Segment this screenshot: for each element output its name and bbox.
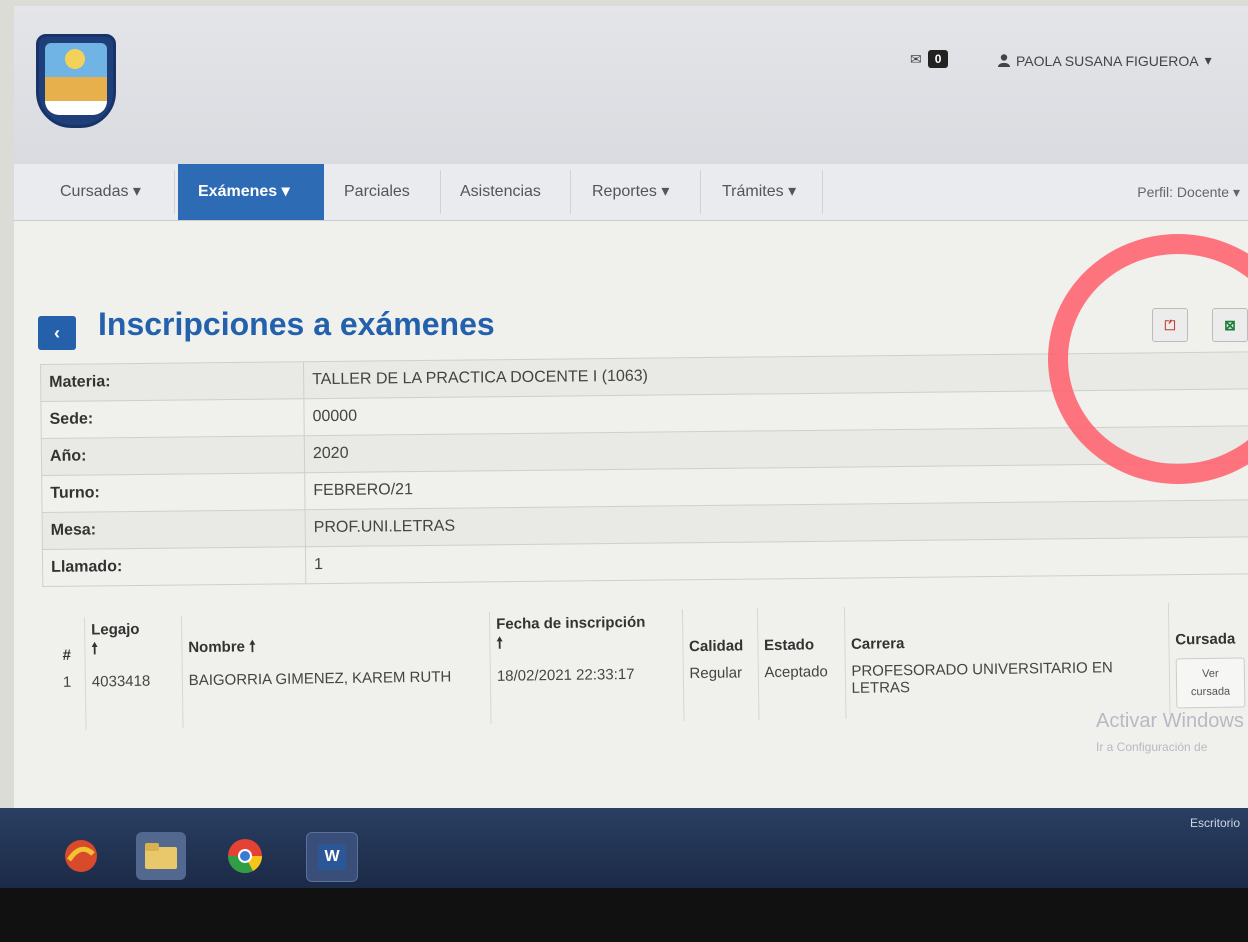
col-legajo-header[interactable]: Legajo 🠕: [84, 616, 183, 668]
mail-count-badge: 0: [927, 50, 949, 68]
col-nombre-header[interactable]: Nombre 🠕: [181, 611, 491, 667]
nav-divider: [570, 170, 571, 214]
sort-arrow-icon: 🠕: [91, 640, 98, 658]
col-num-header: #: [56, 618, 85, 668]
word-letter: W: [318, 844, 346, 870]
desktop-toolbar-label[interactable]: Escritorio: [1190, 816, 1240, 830]
folder-icon: [145, 843, 177, 869]
col-legajo-label: Legajo: [91, 620, 140, 639]
main-navbar: Cursadas ▾ Exámenes ▾ Parciales Asistenc…: [14, 164, 1248, 221]
col-carrera-label: Carrera: [850, 635, 905, 653]
user-icon: [998, 54, 1010, 67]
envelope-icon: ✉: [910, 50, 922, 67]
cell-cursada: Ver cursada: [1168, 651, 1248, 715]
inscriptions-table: # Legajo 🠕 Nombre 🠕 Fecha de inscripción…: [56, 601, 1248, 730]
app-logo-icon: [65, 840, 97, 872]
nav-divider: [700, 170, 701, 214]
logo-land: [45, 77, 107, 101]
windows-taskbar: Escritorio W: [0, 808, 1248, 888]
info-label: Turno:: [41, 472, 306, 513]
info-label: Año:: [41, 435, 305, 476]
nav-divider: [174, 170, 175, 214]
cell-num: 1: [62, 673, 72, 691]
desk-area: [0, 888, 1248, 942]
col-cursada-header: Cursada: [1168, 601, 1248, 653]
nav-parciales[interactable]: Parciales: [324, 164, 430, 220]
cell-estado: Aceptado: [757, 656, 846, 721]
user-menu[interactable]: PAOLA SUSANA FIGUEROA ▾: [998, 52, 1212, 69]
windows-activation-subtext: Ir a Configuración de: [1096, 740, 1208, 754]
col-fecha-header[interactable]: Fecha de inscripción 🠕: [489, 609, 683, 662]
windows-activation-watermark: Activar Windows: [1096, 710, 1244, 732]
cell-fecha: 18/02/2021 22:33:17: [490, 659, 684, 724]
nav-divider: [822, 170, 823, 214]
back-button[interactable]: ‹: [38, 316, 76, 350]
col-nombre-label: Nombre: [188, 638, 246, 657]
app-icon[interactable]: [56, 832, 106, 880]
chrome-logo-icon: [228, 839, 262, 873]
col-fecha-label: Fecha de inscripción: [496, 613, 646, 633]
profile-selector[interactable]: Perfil: Docente ▾: [1137, 164, 1240, 220]
file-explorer-icon[interactable]: [136, 832, 186, 880]
word-icon[interactable]: W: [306, 832, 358, 882]
cell-carrera: PROFESORADO UNIVERSITARIO EN LETRAS: [844, 652, 1170, 719]
col-estado-header: Estado: [757, 606, 845, 659]
nav-cursadas[interactable]: Cursadas ▾: [40, 164, 161, 220]
logo-base: [45, 101, 107, 115]
cell-calidad: Regular: [682, 658, 759, 722]
col-cursada-label: Cursada: [1175, 630, 1236, 649]
sort-arrow-icon: 🠕: [496, 634, 503, 652]
nav-tramites[interactable]: Trámites ▾: [702, 164, 816, 220]
info-label: Mesa:: [42, 509, 306, 550]
nav-examenes[interactable]: Exámenes ▾: [178, 164, 324, 220]
page-title: Inscripciones a exámenes: [98, 306, 495, 342]
top-header: ✉ 0 PAOLA SUSANA FIGUEROA ▾: [14, 6, 1248, 164]
screen: ✉ 0 PAOLA SUSANA FIGUEROA ▾ Cursadas ▾ E…: [14, 6, 1248, 844]
info-label: Sede:: [40, 398, 305, 439]
cell-nombre: BAIGORRIA GIMENEZ, KAREM RUTH: [182, 661, 492, 729]
nav-asistencias[interactable]: Asistencias: [440, 164, 561, 220]
user-name: PAOLA SUSANA FIGUEROA: [1016, 52, 1199, 69]
cell-legajo: 4033418: [85, 666, 183, 730]
mail-indicator[interactable]: ✉ 0: [910, 50, 949, 68]
ver-cursada-label: Ver: [1201, 667, 1219, 681]
ver-cursada-button[interactable]: Ver cursada: [1175, 657, 1246, 709]
university-logo[interactable]: [36, 34, 116, 128]
chevron-down-icon: ▾: [1204, 52, 1212, 68]
sort-arrow-icon: 🠕: [249, 638, 256, 656]
chrome-icon[interactable]: [220, 832, 270, 880]
nav-reportes[interactable]: Reportes ▾: [572, 164, 689, 220]
info-label: Materia:: [40, 361, 304, 402]
logo-sun: [65, 49, 85, 69]
col-calidad-label: Calidad: [688, 637, 744, 656]
col-calidad-header: Calidad: [682, 608, 758, 660]
info-label: Llamado:: [42, 546, 306, 587]
col-num-label: #: [62, 646, 71, 664]
col-carrera-header: Carrera: [843, 602, 1169, 657]
ver-cursada-label: cursada: [1190, 685, 1231, 699]
col-estado-label: Estado: [763, 636, 815, 655]
